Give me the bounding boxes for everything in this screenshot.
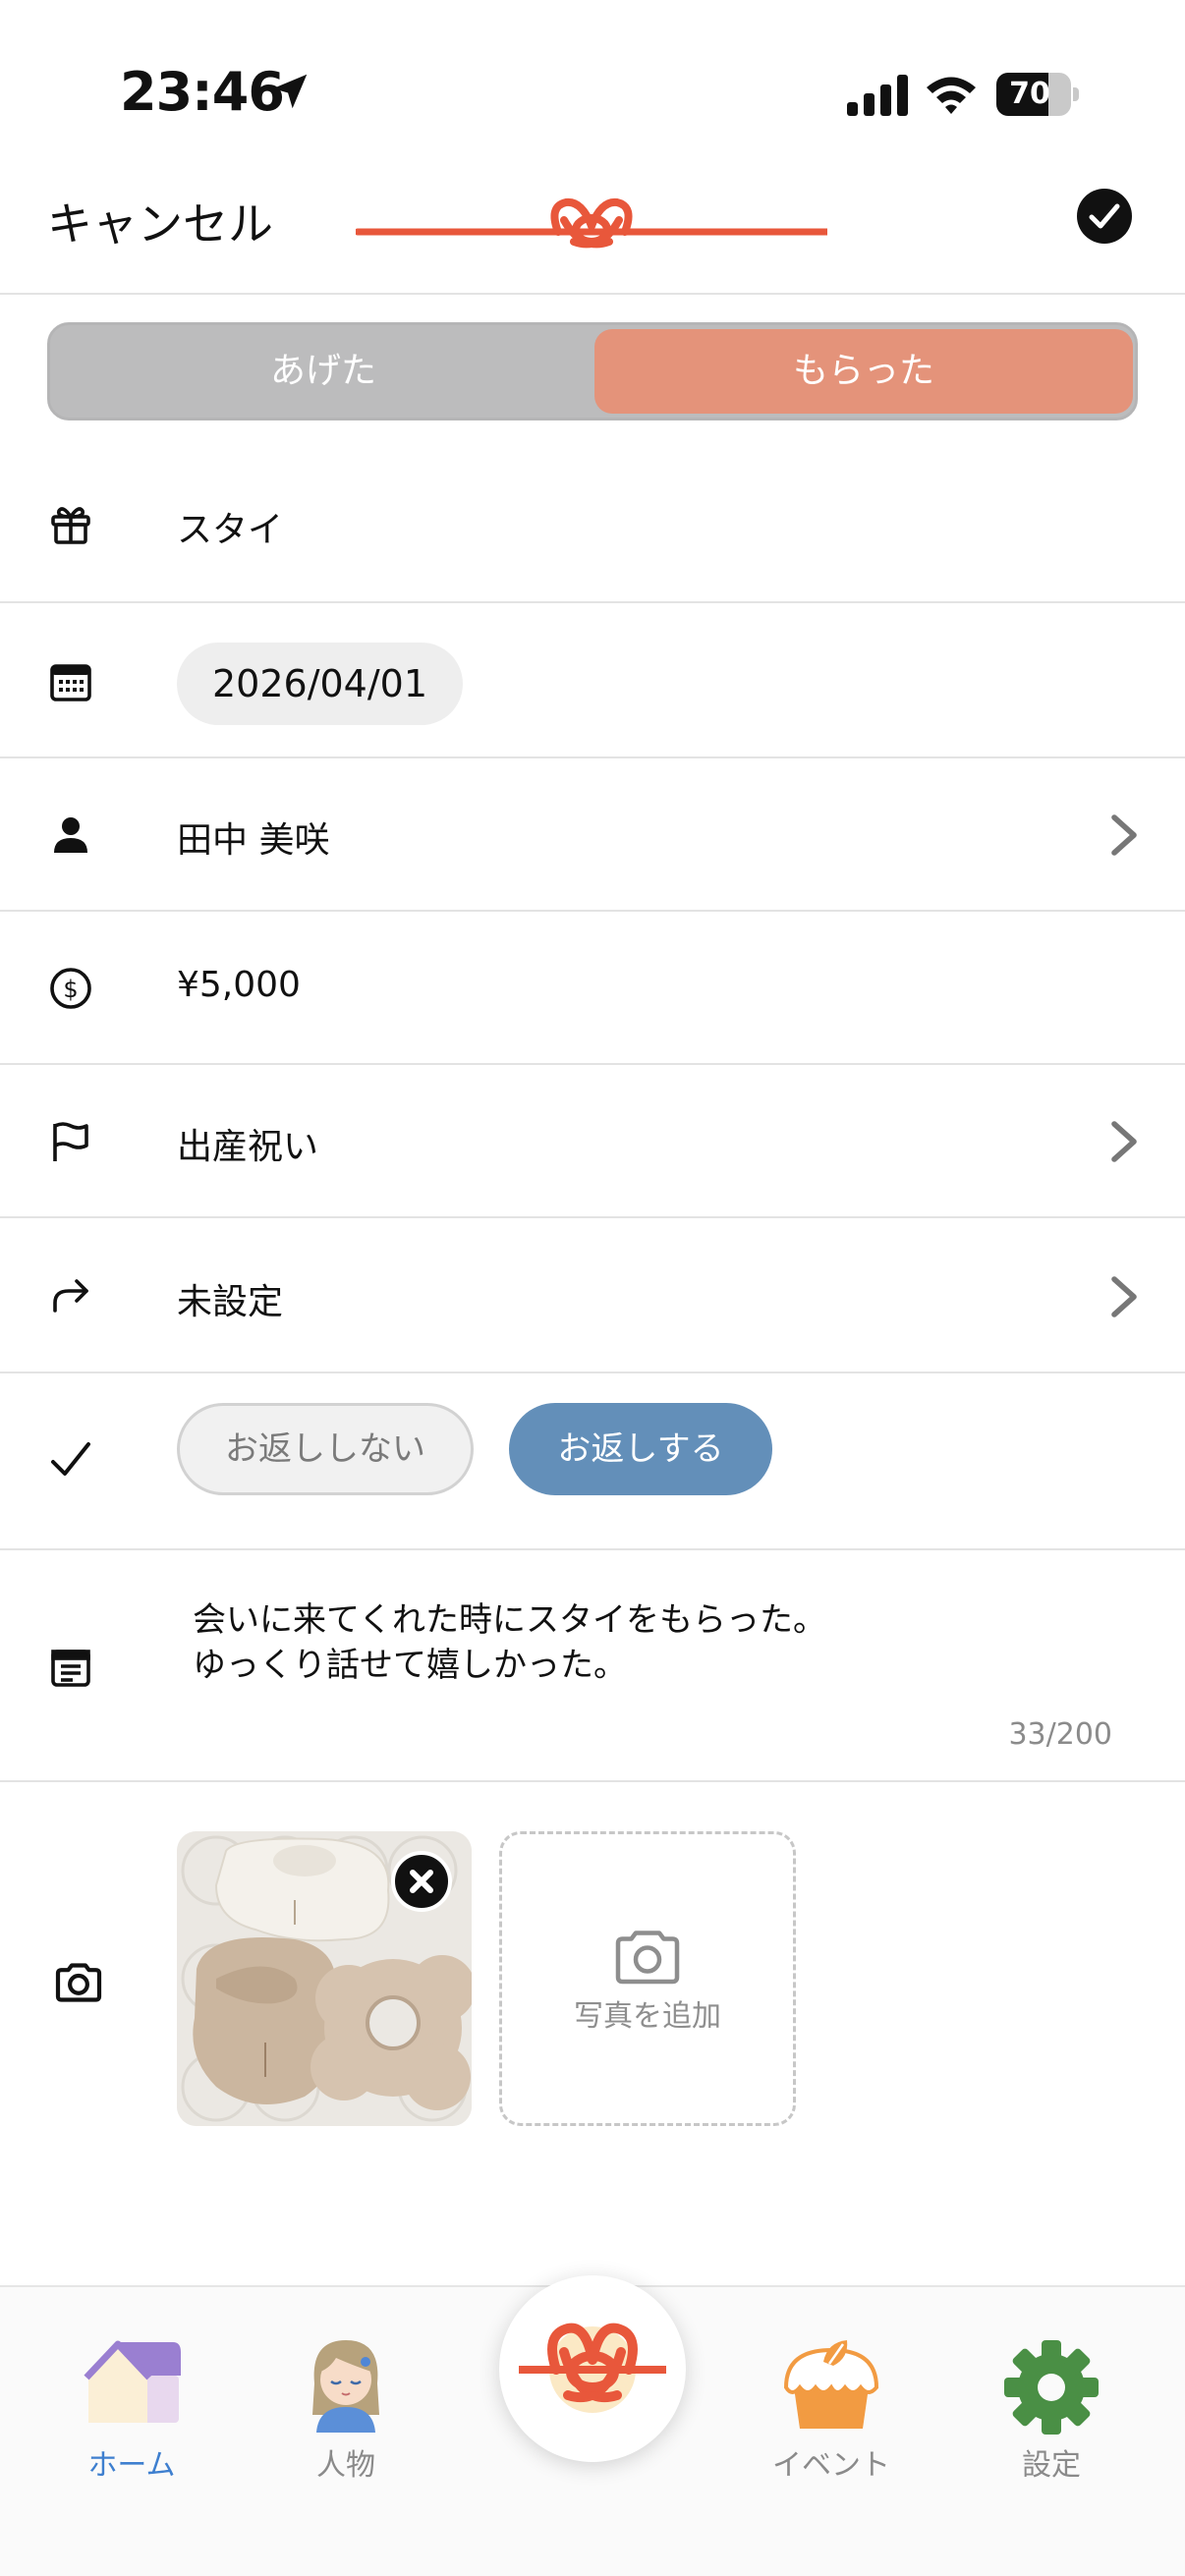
- segment-gave[interactable]: あげた: [54, 329, 592, 414]
- tab-home[interactable]: ホーム: [43, 2336, 220, 2493]
- battery-tip: [1073, 87, 1079, 101]
- home-icon: [84, 2340, 181, 2423]
- close-icon: [410, 1870, 433, 1893]
- chevron-right-icon: [1111, 814, 1137, 856]
- calendar-icon: [50, 664, 91, 701]
- signal-icon: [847, 75, 908, 116]
- tab-events[interactable]: イベント: [743, 2336, 920, 2493]
- memo-line: 会いに来てくれた時にスタイをもらった。: [193, 1600, 826, 1640]
- remove-photo-button[interactable]: [391, 1851, 452, 1912]
- add-photo-button[interactable]: 写真を追加: [499, 1831, 796, 2126]
- cancel-button[interactable]: キャンセル: [47, 189, 273, 253]
- cake-icon: [783, 2340, 879, 2429]
- mizuhiki-knot-icon: [519, 2323, 666, 2413]
- location-arrow-icon: [272, 74, 308, 109]
- person-avatar-icon: [312, 2340, 379, 2433]
- tab-people[interactable]: 人物: [257, 2336, 434, 2493]
- tab-label: イベント: [772, 2448, 890, 2483]
- memo-row[interactable]: 会いに来てくれた時にスタイをもらった。 ゆっくり話せて嬉しかった。 33/200: [0, 1550, 1185, 1782]
- status-bar: 23:46 70: [0, 0, 1185, 157]
- person-row[interactable]: 田中 美咲: [0, 758, 1185, 912]
- date-row: 2026/04/01: [0, 603, 1185, 758]
- dollar-circle-icon: $: [50, 968, 91, 1009]
- do-return-button[interactable]: お返しする: [509, 1403, 772, 1495]
- tab-label: 設定: [1022, 2448, 1081, 2483]
- tab-label: 人物: [316, 2448, 375, 2483]
- person-name: 田中 美咲: [177, 820, 330, 861]
- no-return-button[interactable]: お返ししない: [177, 1403, 474, 1495]
- camera-icon: [55, 1963, 102, 2002]
- flag-icon: [53, 1122, 88, 1161]
- segment-received[interactable]: もらった: [594, 329, 1133, 414]
- chevron-right-icon: [1111, 1276, 1137, 1317]
- battery-level: 70: [1009, 77, 1050, 111]
- gift-name-field: スタイ: [177, 510, 284, 550]
- tab-label: ホーム: [87, 2448, 176, 2483]
- given-received-segmented-control: あげた もらった: [47, 322, 1138, 420]
- tab-add-gift[interactable]: [499, 2275, 686, 2462]
- memo-character-counter: 33/200: [1008, 1717, 1112, 1752]
- return-choice-row: お返ししない お返しする: [0, 1373, 1185, 1550]
- chevron-right-icon: [1111, 1121, 1137, 1162]
- status-time: 23:46: [120, 61, 285, 123]
- memo-text[interactable]: 会いに来てくれた時にスタイをもらった。 ゆっくり話せて嬉しかった。: [193, 1597, 826, 1688]
- camera-icon: [615, 1931, 680, 1985]
- occasion-row[interactable]: 出産祝い: [0, 1065, 1185, 1218]
- return-gift-label: 未設定: [177, 1282, 284, 1322]
- amount-row[interactable]: $ ¥5,000: [0, 912, 1185, 1065]
- battery-indicator: 70: [996, 73, 1079, 116]
- share-arrow-icon: [53, 1279, 88, 1313]
- checkmark-icon: [51, 1442, 90, 1476]
- occasion-label: 出産祝い: [177, 1127, 319, 1167]
- checkmark-icon: [1089, 203, 1120, 229]
- return-gift-row[interactable]: 未設定: [0, 1218, 1185, 1373]
- person-icon: [54, 817, 87, 853]
- gift-name-row[interactable]: スタイ: [0, 448, 1185, 603]
- svg-text:$: $: [63, 976, 78, 1003]
- note-icon: [51, 1650, 90, 1687]
- wifi-icon: [927, 77, 976, 114]
- gear-icon: [1004, 2340, 1099, 2435]
- date-picker-button[interactable]: 2026/04/01: [177, 643, 464, 725]
- nav-bar: キャンセル: [0, 167, 1185, 295]
- mizuhiki-knot-icon: [356, 197, 827, 249]
- tab-settings[interactable]: 設定: [963, 2336, 1140, 2493]
- confirm-button[interactable]: [1077, 189, 1132, 244]
- gift-icon: [51, 507, 90, 544]
- tab-bar: ホーム 人物 イベント 設定: [0, 2275, 1185, 2576]
- memo-line: ゆっくり話せて嬉しかった。: [193, 1646, 627, 1685]
- amount-field: ¥5,000: [177, 965, 301, 1005]
- add-photo-label: 写真を追加: [574, 1999, 721, 2034]
- battery-body: 70: [996, 73, 1071, 116]
